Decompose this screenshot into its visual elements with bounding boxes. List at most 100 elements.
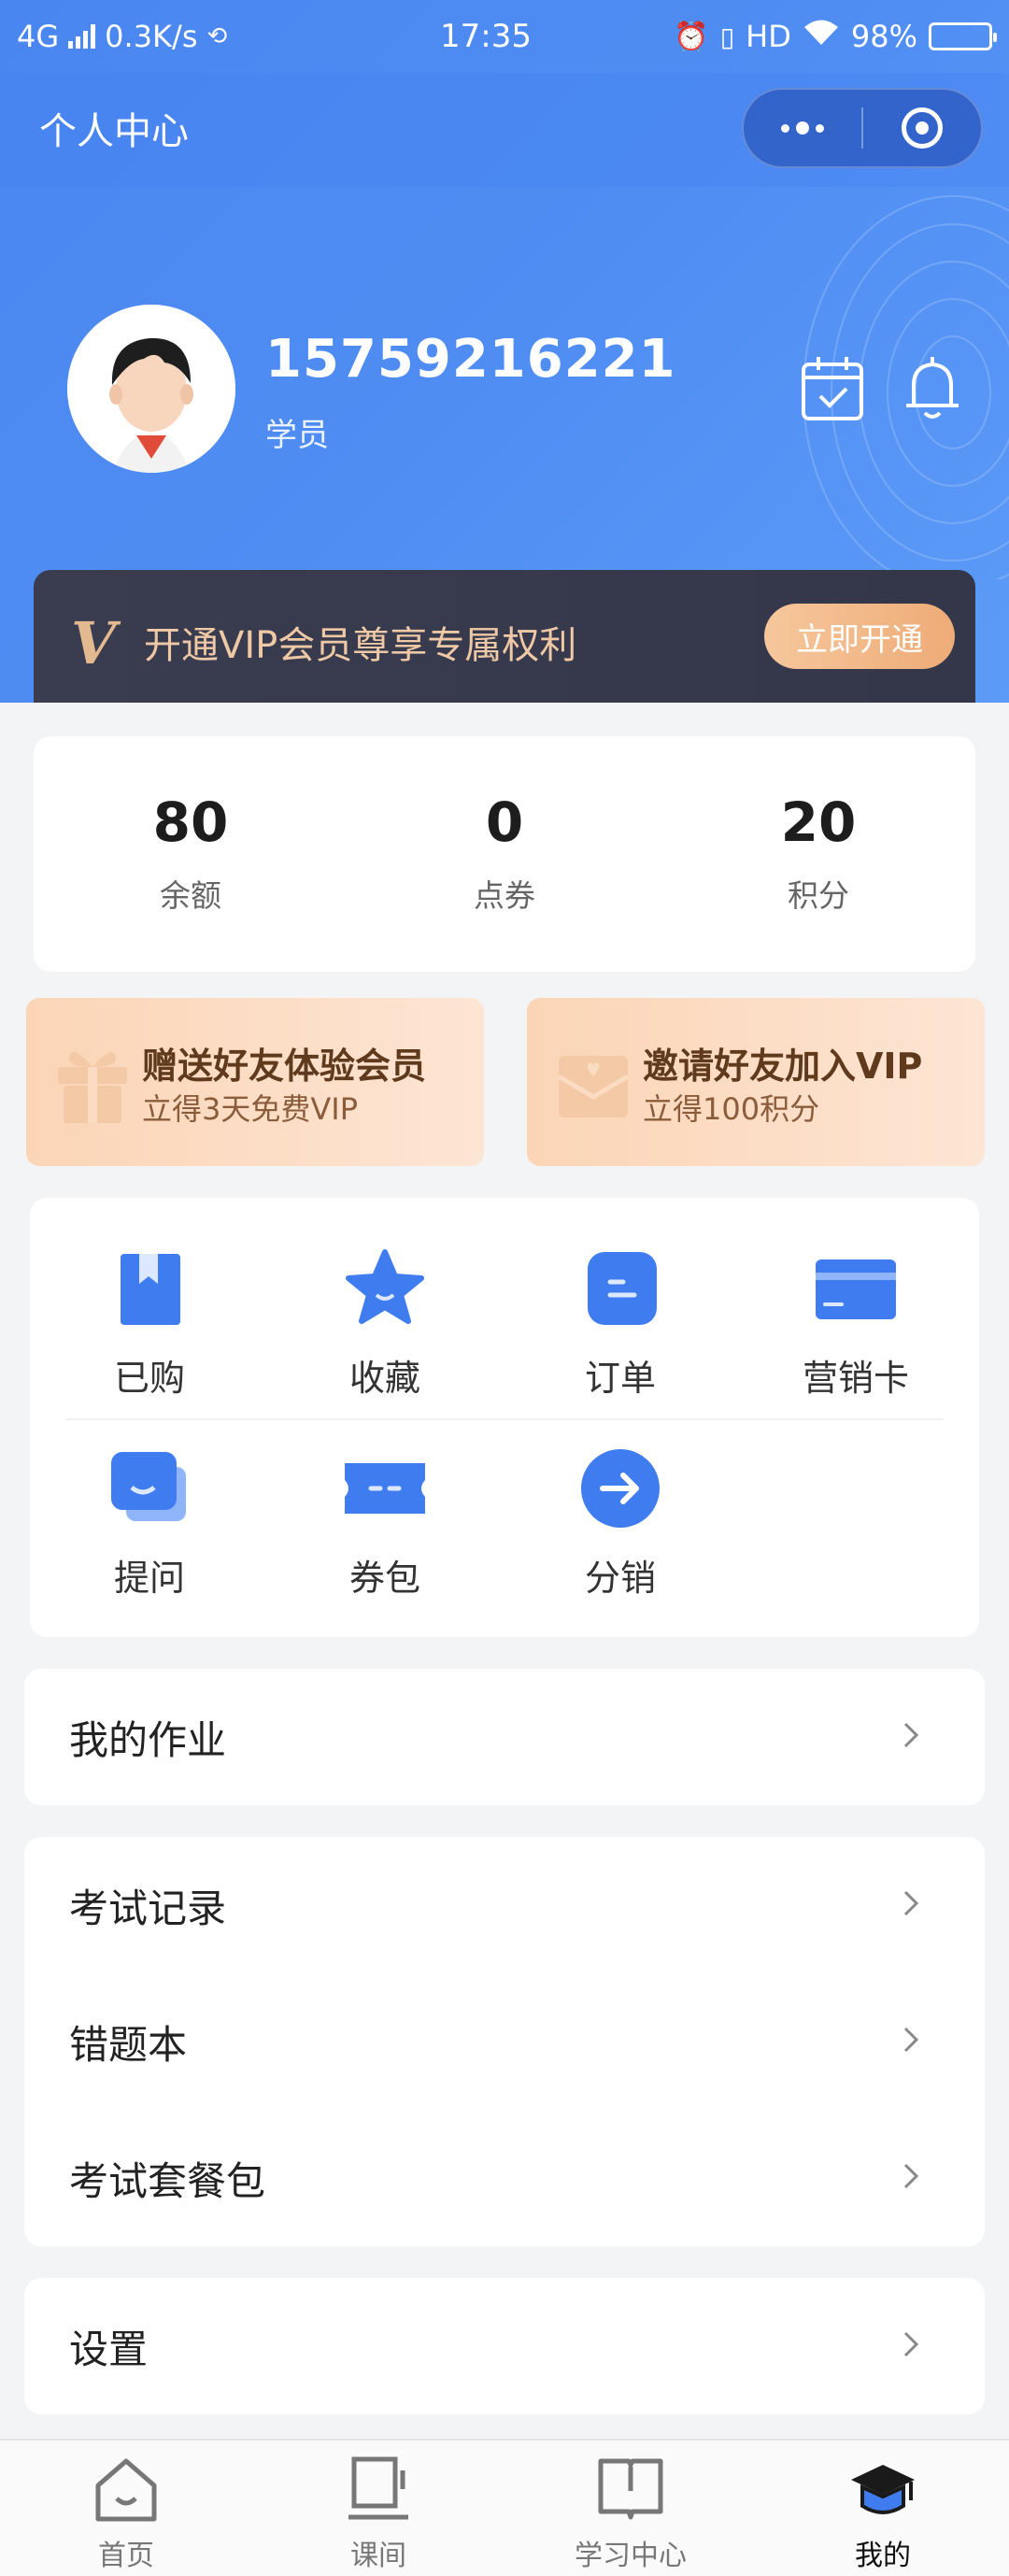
break-cup-icon (348, 2456, 408, 2520)
grid-label: 券包 (348, 1558, 420, 1599)
promo-gift-friend[interactable]: 赠送好友体验会员 立得3天免费VIP (26, 998, 484, 1166)
sync-icon: ⟲ (206, 22, 228, 50)
grid-label: 收藏 (348, 1358, 420, 1399)
stat-label: 点券 (474, 877, 535, 914)
notifications-button[interactable] (897, 353, 968, 424)
grid-label: 营销卡 (802, 1358, 909, 1399)
bookmark-book-icon (121, 1254, 180, 1325)
stat-coupons[interactable]: 0 点券 (348, 736, 661, 972)
stat-balance[interactable]: 80 余额 (34, 736, 348, 972)
list-card-homework: 我的作业 (24, 1669, 985, 1805)
close-mini-program-button[interactable] (863, 90, 981, 166)
book-icon (598, 2458, 663, 2520)
user-phone: 15759216221 (265, 329, 676, 390)
promo-invite-vip[interactable]: 邀请好友加入VIP 立得100积分 (527, 998, 985, 1166)
battery-icon (929, 22, 997, 50)
tab-bar: 首页 课间 学习中心 我的 (0, 2439, 1009, 2576)
promo-subtitle: 立得100积分 (643, 1091, 820, 1127)
grid-item-favorites[interactable]: 收藏 (291, 1246, 478, 1401)
page-title: 个人中心 (39, 110, 189, 153)
chevron-right-icon (903, 1890, 919, 1916)
vibrate-icon: ▯ (719, 21, 735, 52)
grid-item-marketing-card[interactable]: 营销卡 (762, 1246, 949, 1401)
signal-icon (68, 24, 96, 49)
home-icon (95, 2458, 157, 2522)
target-icon (902, 107, 943, 149)
vip-text: 开通VIP会员尊享专属权利 (144, 624, 577, 667)
list-item-label: 我的作业 (69, 1716, 227, 1763)
mini-program-capsule (742, 88, 983, 168)
envelope-icon (557, 1056, 630, 1117)
grid-label: 已购 (113, 1358, 185, 1399)
coupon-icon (345, 1463, 425, 1514)
user-avatar-icon (67, 305, 235, 473)
grid-item-orders[interactable]: 订单 (527, 1246, 714, 1401)
star-icon (346, 1249, 424, 1324)
wifi-icon (803, 19, 840, 54)
promo-title: 赠送好友体验会员 (142, 1046, 427, 1087)
clock: 17:35 (440, 18, 532, 55)
avatar[interactable] (67, 305, 235, 473)
vip-banner: V 开通VIP会员尊享专属权利 立即开通 (34, 570, 975, 703)
network-speed: 0.3K/s (105, 19, 198, 54)
tab-mine[interactable]: 我的 (757, 2441, 1009, 2576)
list-item-settings[interactable]: 设置 (24, 2278, 985, 2414)
tab-break[interactable]: 课间 (252, 2441, 504, 2576)
stat-label: 积分 (788, 877, 849, 914)
stat-value: 80 (152, 790, 229, 854)
list-card-settings: 设置 (24, 2278, 985, 2414)
vip-logo: V (71, 609, 117, 677)
more-dots-icon (781, 121, 824, 135)
list-item-label: 考试记录 (69, 1885, 227, 1931)
chevron-right-icon (903, 2163, 919, 2189)
more-button[interactable] (744, 90, 861, 166)
grid-label: 分销 (584, 1558, 656, 1599)
list-item-exam-packages[interactable]: 考试套餐包 (24, 2110, 985, 2246)
list-item-homework[interactable]: 我的作业 (24, 1669, 985, 1805)
network-type: 4G (17, 19, 60, 54)
grid-item-purchased[interactable]: 已购 (56, 1246, 243, 1401)
calendar-check-icon (802, 357, 863, 420)
tab-home[interactable]: 首页 (0, 2441, 252, 2576)
function-grid: 已购 收藏 订单 营销卡 提问 券包 分销 (30, 1198, 979, 1637)
tab-label: 学习中心 (575, 2540, 687, 2572)
question-icon (111, 1452, 186, 1521)
profile-header: 4G 0.3K/s ⟲ 17:35 ⏰ ▯ HD 98% 个人中心 157592… (0, 0, 1009, 703)
list-item-label: 考试套餐包 (69, 2157, 266, 2204)
tab-label: 课间 (350, 2540, 406, 2572)
card-icon (816, 1260, 896, 1319)
graduation-cap-icon (851, 2465, 915, 2514)
gift-icon (58, 1051, 127, 1123)
user-role: 学员 (265, 417, 329, 454)
list-item-label: 错题本 (69, 2021, 188, 2068)
grid-label: 订单 (584, 1358, 656, 1399)
tab-label: 我的 (855, 2540, 911, 2572)
grid-label: 提问 (113, 1558, 185, 1599)
list-item-wrong-questions[interactable]: 错题本 (24, 1973, 985, 2110)
calendar-checkin-button[interactable] (798, 353, 869, 424)
tab-label: 首页 (98, 2540, 154, 2572)
account-stats: 80 余额 0 点券 20 积分 (34, 736, 975, 972)
order-icon (588, 1252, 657, 1325)
open-vip-button[interactable]: 立即开通 (764, 604, 955, 669)
list-item-exam-records[interactable]: 考试记录 (24, 1837, 985, 1973)
chevron-right-icon (903, 2027, 919, 2053)
chevron-right-icon (903, 1722, 919, 1748)
stat-points[interactable]: 20 积分 (661, 736, 975, 972)
grid-item-distribution[interactable]: 分销 (527, 1446, 714, 1601)
status-bar: 4G 0.3K/s ⟲ 17:35 ⏰ ▯ HD 98% (0, 0, 1009, 73)
stat-label: 余额 (160, 877, 221, 914)
tab-study-center[interactable]: 学习中心 (504, 2441, 757, 2576)
stat-value: 20 (780, 790, 857, 854)
bell-icon (906, 357, 959, 419)
grid-item-questions[interactable]: 提问 (56, 1446, 243, 1601)
chevron-right-icon (903, 2331, 919, 2357)
stat-value: 0 (485, 790, 524, 854)
alarm-icon: ⏰ (674, 20, 709, 53)
grid-item-coupons[interactable]: 券包 (291, 1446, 478, 1601)
grid-divider (65, 1418, 944, 1420)
promo-subtitle: 立得3天免费VIP (142, 1091, 358, 1127)
promo-title: 邀请好友加入VIP (643, 1046, 923, 1087)
arrow-circle-icon (581, 1449, 660, 1528)
hd-label: HD (746, 19, 791, 54)
